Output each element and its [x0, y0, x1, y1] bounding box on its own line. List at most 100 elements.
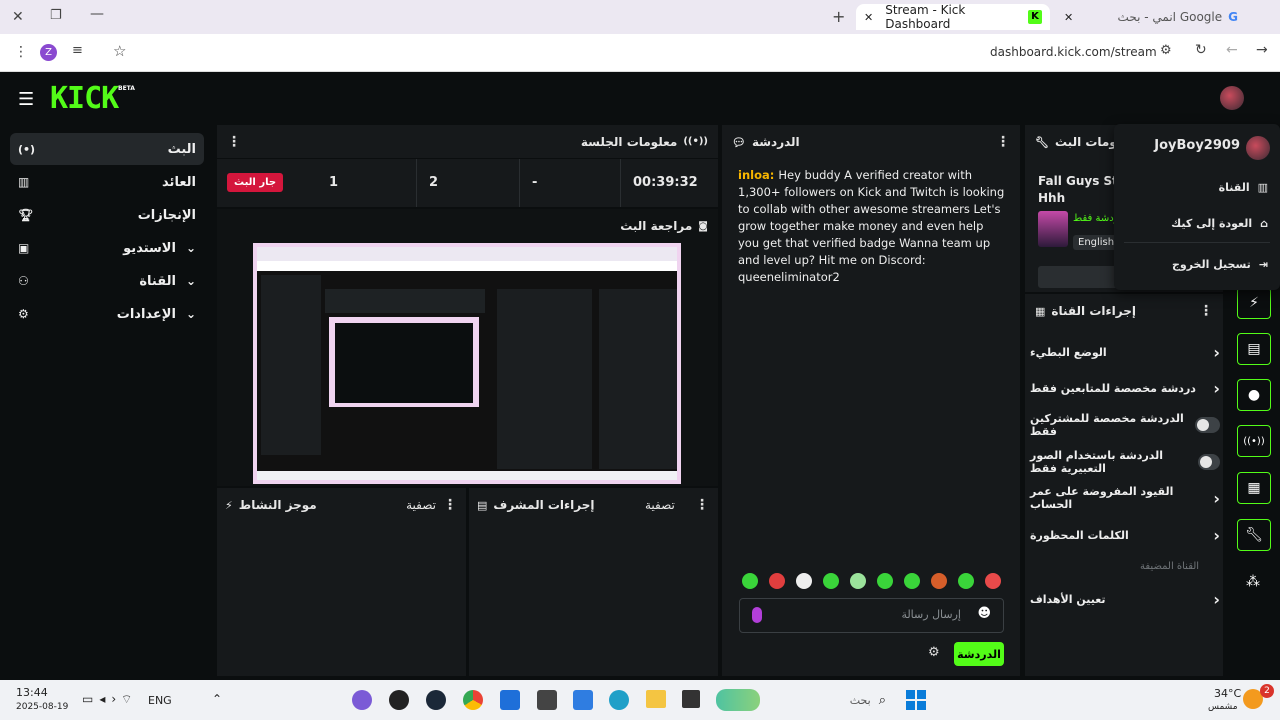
emote-icon[interactable]: [931, 573, 947, 589]
forward-icon[interactable]: ←: [1226, 42, 1238, 58]
panel-title: مراجعة البث: [620, 219, 693, 233]
wifi-icon[interactable]: ⌔: [121, 692, 132, 707]
emotes-only-row: الدردشة باستخدام الصور التعبيرية فقط: [1030, 447, 1220, 477]
site-settings-icon[interactable]: ⚙: [1160, 43, 1172, 58]
chat-send-button[interactable]: الدردشة: [954, 642, 1004, 666]
notification-badge: 2: [1260, 684, 1274, 698]
sidebar-item-revenue[interactable]: العائد ▥: [10, 166, 204, 198]
menu-item-logout[interactable]: تسجيل الخروج ⇥: [1114, 251, 1280, 277]
subscribers-only-toggle[interactable]: [1194, 417, 1220, 433]
close-tab-icon[interactable]: ✕: [1064, 11, 1073, 24]
file-explorer-icon[interactable]: [646, 690, 666, 708]
kebab-menu-icon[interactable]: ⋮: [996, 134, 1010, 150]
chrome-icon[interactable]: [463, 690, 483, 710]
windows-start-icon[interactable]: [906, 690, 926, 710]
tab-kick-dashboard[interactable]: ✕ Stream - Kick Dashboard K: [856, 3, 1050, 31]
kick-logo[interactable]: KICK: [50, 81, 119, 116]
back-icon[interactable]: →: [1256, 42, 1268, 58]
queue-icon[interactable]: ≡: [72, 43, 83, 58]
sidebar-item-channel[interactable]: القناة ⌄ ⚇: [10, 265, 204, 297]
weather-temp[interactable]: 34°C: [1214, 687, 1241, 700]
broadcast-icon: ((•)): [683, 136, 708, 147]
taskbar-search[interactable]: بحث ⌕: [770, 689, 890, 711]
emote-icon[interactable]: [904, 573, 920, 589]
sidebar-item-settings[interactable]: الإعدادات ⌄ ⚙: [10, 298, 204, 330]
session-stat: 2: [417, 159, 520, 207]
emote-icon[interactable]: [742, 573, 758, 589]
emote-icon[interactable]: [769, 573, 785, 589]
tray-icons[interactable]: ▭◂›: [82, 692, 122, 706]
lightning-button[interactable]: ⚡︎: [1237, 287, 1271, 319]
language-indicator[interactable]: ENG: [148, 694, 172, 707]
hamburger-menu-icon[interactable]: ☰: [18, 89, 34, 110]
mic-icon[interactable]: [752, 607, 762, 623]
emoji-icon[interactable]: ☻: [977, 606, 991, 621]
slow-mode-row[interactable]: الوضع البطيء ›: [1030, 337, 1220, 367]
sidebar-item-stream[interactable]: البث (•): [10, 133, 204, 165]
filter-button[interactable]: تصفية: [406, 498, 436, 512]
banned-words-row[interactable]: الكلمات المحظورة ›: [1030, 520, 1220, 550]
layout-icon: ▦: [1247, 480, 1261, 496]
sidebar-item-studio[interactable]: الاستديو ⌄ ▣: [10, 232, 204, 264]
chevron-up-icon[interactable]: ⌃: [212, 692, 222, 706]
taskbar-widget-icon[interactable]: [716, 689, 760, 711]
kebab-menu-icon[interactable]: ⋮: [1199, 303, 1213, 319]
filter-button[interactable]: تصفية: [645, 498, 675, 512]
emotes-only-toggle[interactable]: [1197, 454, 1220, 470]
store-icon[interactable]: [573, 690, 593, 710]
tools-button[interactable]: 🔧︎: [1237, 519, 1271, 551]
broadcast-button[interactable]: ((•)): [1237, 425, 1271, 457]
emote-icon[interactable]: [823, 573, 839, 589]
emote-icon[interactable]: [958, 573, 974, 589]
sidebar-item-achievements[interactable]: الإنجازات 🏆︎: [10, 199, 204, 231]
chat-settings-gear-icon[interactable]: ⚙: [928, 645, 940, 660]
search-icon: ⌕: [878, 692, 886, 708]
taskbar-app-icon[interactable]: [500, 690, 520, 710]
chevron-right-icon: ›: [1213, 525, 1220, 545]
emote-icon[interactable]: [850, 573, 866, 589]
kebab-menu-icon[interactable]: ⋮: [443, 497, 457, 513]
taskbar-app-icon[interactable]: [682, 690, 700, 708]
add-widget-icon[interactable]: ⁂: [1246, 574, 1260, 590]
steam-icon[interactable]: [426, 690, 446, 710]
chat-username[interactable]: inloa: [738, 168, 770, 182]
profile-avatar[interactable]: Z: [40, 44, 57, 61]
restore-window-icon[interactable]: ❐: [50, 8, 62, 23]
beta-badge: BETA: [118, 85, 135, 92]
user-avatar[interactable]: [1220, 86, 1244, 110]
set-goals-row[interactable]: تعيين الأهداف ›: [1030, 584, 1220, 614]
emote-icon[interactable]: [985, 573, 1001, 589]
chevron-down-icon: ⌄: [185, 241, 196, 255]
taskbar-app-icon[interactable]: [352, 690, 372, 710]
chat-input[interactable]: إرسال رسالة ☻: [739, 598, 1004, 633]
studio-icon: ▣: [18, 241, 30, 255]
kebab-menu-icon[interactable]: ⋮: [227, 134, 241, 150]
layout-button[interactable]: ▦: [1237, 472, 1271, 504]
edge-icon[interactable]: [609, 690, 629, 710]
reload-icon[interactable]: ↻: [1195, 42, 1207, 58]
trophy-icon: 🏆︎: [18, 208, 34, 222]
new-tab-icon[interactable]: +: [832, 7, 845, 26]
stream-preview-video[interactable]: [253, 243, 681, 484]
notes-button[interactable]: ▤: [1237, 333, 1271, 365]
kebab-menu-icon[interactable]: ⋮: [695, 497, 709, 513]
preview-icon: ◙: [698, 220, 708, 232]
account-age-row[interactable]: القيود المفروضة على عمر الحساب ›: [1030, 483, 1220, 513]
menu-item-back-to-kick[interactable]: العودة إلى كيك ⌂: [1114, 210, 1280, 236]
emote-icon[interactable]: [796, 573, 812, 589]
url-text[interactable]: dashboard.kick.com/stream: [990, 45, 1157, 59]
emote-icon[interactable]: [877, 573, 893, 589]
tab-google-search[interactable]: ✕ انمي - بحث Google G: [1056, 4, 1246, 30]
broadcast-icon: ((•)): [1243, 435, 1265, 447]
menu-item-channel[interactable]: القناة ▥: [1114, 174, 1280, 200]
close-tab-icon[interactable]: ✕: [864, 11, 873, 24]
chat-button[interactable]: ●: [1237, 379, 1271, 411]
taskbar-app-icon[interactable]: [389, 690, 409, 710]
menu-kebab-icon[interactable]: ⋮: [14, 44, 28, 60]
followers-only-row[interactable]: دردشة مخصصة للمتابعين فقط ›: [1030, 373, 1220, 403]
minimize-window-icon[interactable]: —: [90, 6, 104, 22]
close-window-icon[interactable]: ✕: [12, 9, 24, 25]
live-status-badge: جار البث: [227, 173, 284, 192]
taskbar-app-icon[interactable]: [537, 690, 557, 710]
bookmark-star-icon[interactable]: ☆: [113, 42, 126, 60]
